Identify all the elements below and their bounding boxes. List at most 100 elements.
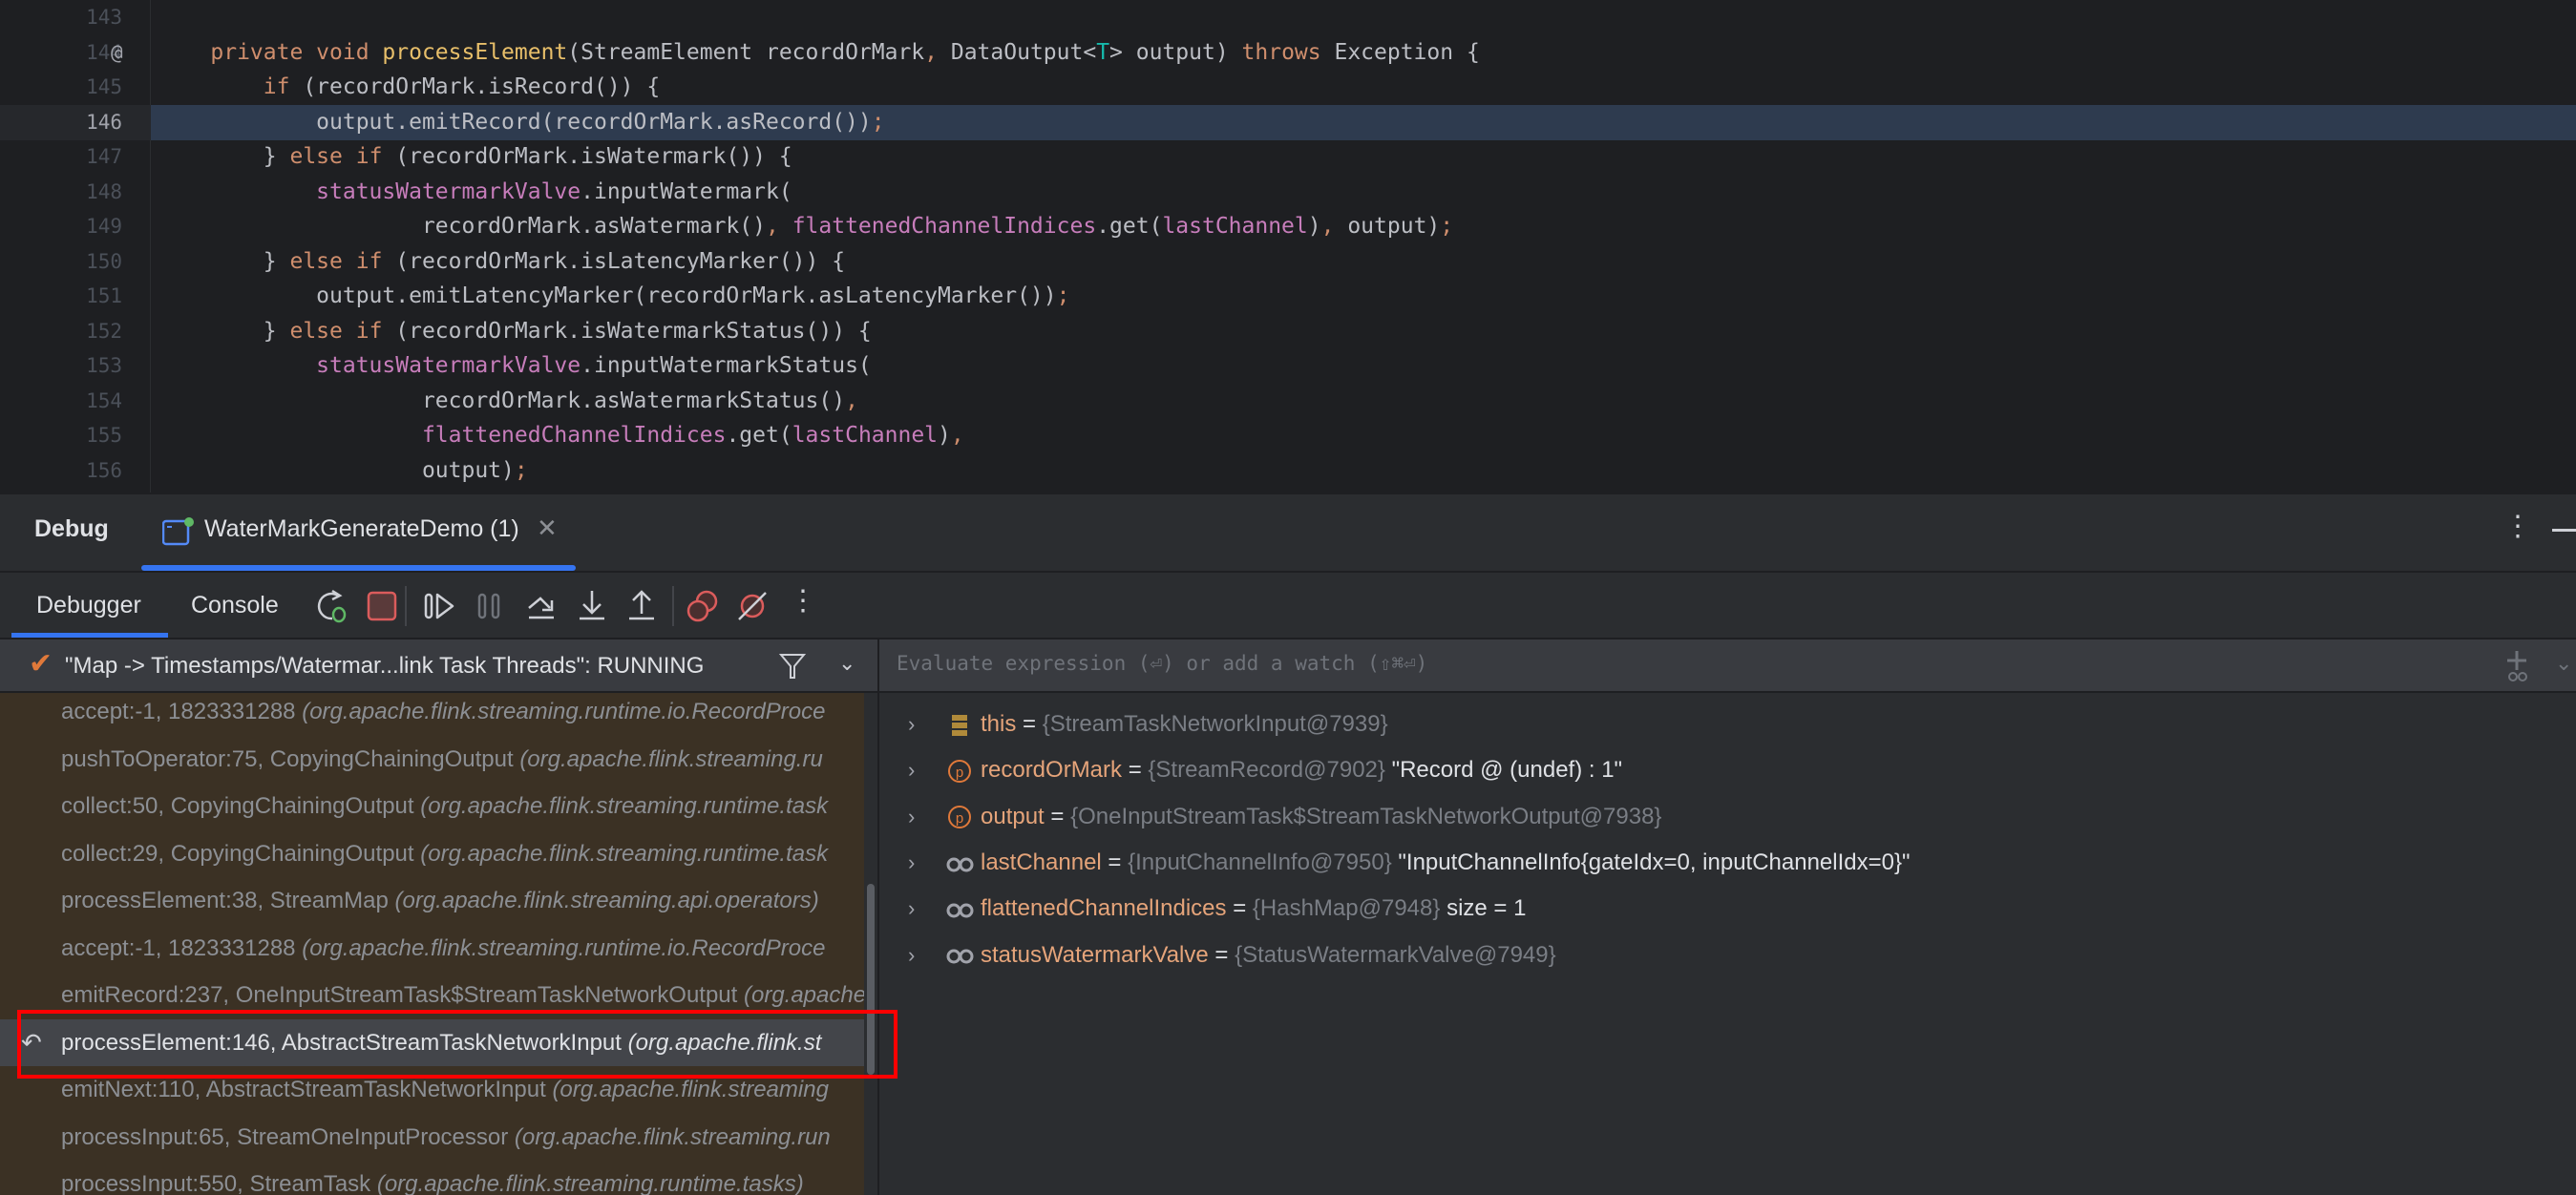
code-line[interactable]: if (recordOrMark.isRecord()) { — [158, 70, 660, 105]
frame-method: processInput:65, StreamOneInputProcessor — [61, 1123, 515, 1150]
frame-method: collect:29, CopyingChainingOutput — [61, 840, 421, 867]
variable-name: recordOrMark — [981, 757, 1123, 784]
variable-row[interactable]: › flattenedChannelIndices = {HashMap@7948… — [908, 886, 1526, 932]
line-gutter[interactable]: 143 144 @145 146 147 148 149 150 151 152 153 154 155… — [0, 0, 151, 493]
chevron-right-icon[interactable]: › — [908, 747, 946, 793]
stack-frame[interactable]: processInput:550, StreamTask (org.apache… — [0, 1161, 864, 1195]
code-line[interactable]: } else if (recordOrMark.isWatermark()) { — [158, 139, 792, 175]
code-line[interactable]: output.emitLatencyMarker(recordOrMark.as… — [158, 279, 1069, 314]
variable-row[interactable]: › p output = {OneInputStreamTask$StreamTas… — [908, 794, 1661, 840]
tab-debugger[interactable]: Debugger — [11, 573, 168, 638]
stack-frame[interactable]: pushToOperator:75, CopyingChainingOutput… — [0, 736, 864, 784]
view-breakpoints-icon[interactable] — [684, 587, 722, 625]
line-number[interactable]: 156 — [0, 453, 122, 489]
step-over-icon[interactable] — [523, 587, 561, 625]
code-token: output.emitRecord(recordOrMark.asRecord(… — [316, 109, 872, 135]
rerun-icon[interactable] — [311, 587, 349, 625]
chevron-right-icon[interactable]: › — [908, 702, 946, 747]
chevron-right-icon[interactable]: › — [908, 933, 946, 978]
line-number[interactable]: 145 — [0, 70, 122, 105]
code-token: ; — [514, 457, 528, 483]
stack-frame[interactable]: processElement:38, StreamMap (org.apache… — [0, 877, 864, 925]
step-out-icon[interactable] — [623, 587, 661, 625]
line-number[interactable]: 151 — [0, 279, 122, 314]
override-annotation-icon[interactable]: @ — [111, 35, 123, 71]
code-token: , — [765, 214, 792, 239]
active-tab-indicator — [141, 565, 576, 571]
stack-frame[interactable]: collect:50, CopyingChainingOutput (org.a… — [0, 783, 864, 830]
code-line[interactable]: private void processElement(StreamElemen… — [158, 35, 1479, 71]
more-options-icon[interactable]: ⋮ — [2503, 510, 2532, 543]
minimize-icon[interactable] — [2552, 529, 2576, 532]
code-line[interactable]: statusWatermarkValve.inputWatermark( — [158, 175, 792, 210]
stack-frame[interactable]: accept:-1, 1823331288 (org.apache.flink.… — [0, 925, 864, 973]
debug-tool-window-header: Debug WaterMarkGenerateDemo (1) ✕ ⋮ — [0, 493, 2576, 573]
chevron-right-icon[interactable]: › — [908, 840, 946, 886]
scrollbar-track[interactable] — [864, 693, 877, 1195]
variable-row[interactable]: › this = {StreamTaskNetworkInput@7939} — [908, 702, 1388, 747]
line-number[interactable]: 148 — [0, 175, 122, 210]
variable-row[interactable]: › p recordOrMark = {StreamRecord@7902} "Re… — [908, 747, 1622, 793]
stack-frame[interactable]: collect:29, CopyingChainingOutput (org.a… — [0, 830, 864, 878]
chevron-down-icon[interactable]: ⌄ — [2555, 651, 2572, 676]
tab-console[interactable]: Console — [191, 592, 279, 619]
pause-icon[interactable] — [472, 587, 510, 625]
code-token: output) — [1347, 214, 1441, 239]
stack-frame[interactable]: processInput:65, StreamOneInputProcessor… — [0, 1114, 864, 1162]
variable-name: statusWatermarkValve — [981, 941, 1209, 968]
frame-package: (org.apache.flink.streaming.run — [514, 1123, 831, 1150]
add-watch-icon[interactable] — [2502, 649, 2531, 683]
session-tab[interactable]: WaterMarkGenerateDemo (1) ✕ — [141, 494, 576, 571]
variable-name: lastChannel — [981, 849, 1102, 875]
mute-breakpoints-icon[interactable] — [733, 587, 771, 625]
thread-selector[interactable]: ✔ "Map -> Timestamps/Watermar...link Tas… — [0, 639, 877, 693]
line-number[interactable]: 154 — [0, 384, 122, 419]
line-number[interactable]: 144 — [0, 35, 122, 71]
variable-type: {StatusWatermarkValve@7949} — [1235, 941, 1556, 968]
equals-sign: = — [1044, 803, 1071, 829]
code-line[interactable]: flattenedChannelIndices.get(lastChannel)… — [158, 418, 964, 453]
frames-list[interactable]: accept:-1, 1823331288 (org.apache.flink.… — [0, 693, 864, 1195]
variable-row[interactable]: › lastChannel = {InputChannelInfo@7950} "… — [908, 840, 1911, 886]
stack-frame[interactable]: accept:-1, 1823331288 (org.apache.flink.… — [0, 693, 864, 736]
code-editor[interactable]: 143 144 @145 146 147 148 149 150 151 152 153 154 155… — [0, 0, 2576, 493]
line-number[interactable]: 150 — [0, 244, 122, 280]
code-token: if — [263, 74, 304, 99]
filter-icon[interactable] — [778, 651, 807, 681]
toolbar-separator — [672, 586, 674, 626]
step-into-icon[interactable] — [573, 587, 611, 625]
evaluate-expression-input[interactable]: Evaluate expression (⏎) or add a watch (… — [879, 639, 2576, 693]
chevron-right-icon[interactable]: › — [908, 886, 946, 932]
code-token: recordOrMark.asWatermarkStatus() — [158, 388, 846, 413]
code-token: throws — [1241, 39, 1335, 65]
variable-name: output — [981, 803, 1045, 829]
line-number[interactable]: 147 — [0, 139, 122, 175]
frame-package: (org.apache.flink.streaming — [552, 1077, 829, 1102]
variable-row[interactable]: › statusWatermarkValve = {StatusWatermark… — [908, 933, 1556, 978]
toolbar-separator — [405, 586, 407, 626]
code-line[interactable]: } else if (recordOrMark.isWatermarkStatu… — [158, 314, 872, 349]
svg-text:p: p — [956, 765, 963, 781]
line-number[interactable]: 155 — [0, 418, 122, 453]
chevron-right-icon[interactable]: › — [908, 794, 946, 840]
line-number[interactable]: 149 — [0, 209, 122, 244]
stop-icon[interactable] — [363, 587, 401, 625]
code-line[interactable]: } else if (recordOrMark.isLatencyMarker(… — [158, 244, 845, 280]
code-line[interactable]: output.emitRecord(recordOrMark.asRecord(… — [158, 105, 884, 140]
line-number[interactable]: 153 — [0, 348, 122, 384]
variable-type: {StreamRecord@7902} — [1148, 757, 1385, 784]
code-line[interactable]: statusWatermarkValve.inputWatermarkStatu… — [158, 348, 872, 384]
chevron-down-icon[interactable]: ⌄ — [838, 651, 855, 676]
code-line[interactable]: recordOrMark.asWatermarkStatus(), — [158, 384, 858, 419]
more-icon[interactable]: ⋮ — [789, 584, 817, 618]
line-number[interactable]: 143 — [0, 0, 122, 35]
equals-sign: = — [1208, 941, 1235, 968]
line-number[interactable]: 146 — [0, 105, 122, 140]
code-line[interactable]: output); — [158, 453, 528, 489]
code-token: (StreamElement recordOrMark — [567, 39, 925, 65]
resume-icon[interactable] — [422, 587, 460, 625]
code-line[interactable]: recordOrMark.asWatermark(), flattenedCha… — [158, 209, 1453, 244]
close-icon[interactable]: ✕ — [537, 514, 558, 543]
line-number[interactable]: 152 — [0, 314, 122, 349]
